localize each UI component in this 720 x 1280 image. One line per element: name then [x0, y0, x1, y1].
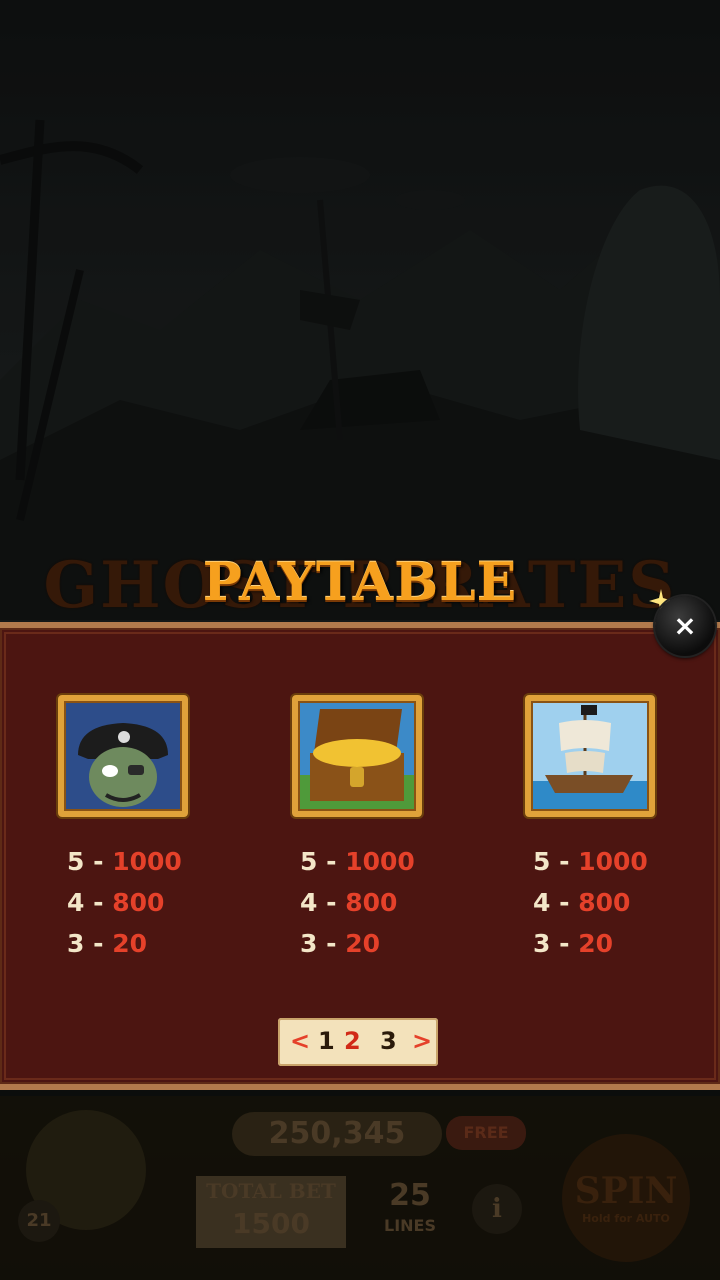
pay-row: 3 - 20 — [533, 929, 613, 958]
symbol-pirate-ship — [525, 695, 655, 817]
spin-button: SPIN Hold for AUTO — [562, 1134, 690, 1262]
pays-pirate-ship: 5 - 1000 4 - 800 3 - 20 — [533, 841, 648, 964]
pager-page-1[interactable]: 1 — [318, 1026, 335, 1056]
free-coins-button: FREE — [446, 1116, 526, 1150]
total-bet-label: TOTAL BET — [206, 1179, 336, 1203]
pay-row: 5 - 1000 — [300, 847, 415, 876]
pay-row: 5 - 1000 — [67, 847, 182, 876]
pager-next-button[interactable]: > — [412, 1026, 432, 1056]
symbol-frame — [292, 695, 422, 817]
lines-label: LINES — [384, 1216, 436, 1235]
lines-count: 25 — [389, 1178, 431, 1213]
pay-row: 4 - 800 — [67, 888, 165, 917]
pager-prev-button[interactable]: < — [290, 1026, 310, 1056]
paytable-title: PAYTABLE — [202, 552, 518, 613]
symbol-treasure-chest — [292, 695, 422, 817]
pay-row: 3 - 20 — [300, 929, 380, 958]
balance-display: 250,345 — [232, 1112, 442, 1156]
symbol-frame — [58, 695, 188, 817]
pay-row: 4 - 800 — [533, 888, 631, 917]
pager-page-2-current[interactable]: 2 — [344, 1026, 361, 1056]
total-bet-box: TOTAL BET 1500 — [196, 1176, 346, 1248]
pay-row: 3 - 20 — [67, 929, 147, 958]
paytable-pager: < 1 2 3 > — [278, 1018, 438, 1066]
total-bet-value: 1500 — [232, 1207, 310, 1240]
symbol-pirate-captain — [58, 695, 188, 817]
pays-pirate-captain: 5 - 1000 4 - 800 3 - 20 — [67, 841, 182, 964]
close-button[interactable]: × — [655, 596, 715, 656]
spin-hint: Hold for AUTO — [582, 1212, 670, 1225]
pays-treasure-chest: 5 - 1000 4 - 800 3 - 20 — [300, 841, 415, 964]
spin-label: SPIN — [574, 1170, 678, 1212]
info-button: i — [472, 1184, 522, 1234]
pay-row: 5 - 1000 — [533, 847, 648, 876]
pager-page-3[interactable]: 3 — [380, 1026, 397, 1056]
level-badge: 21 — [18, 1200, 60, 1242]
symbol-frame — [525, 695, 655, 817]
pay-row: 4 - 800 — [300, 888, 398, 917]
